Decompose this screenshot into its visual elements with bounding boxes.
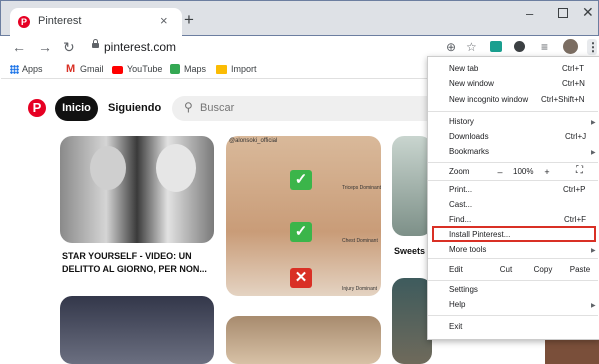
nav-following-link[interactable]: Siguiendo: [108, 102, 161, 114]
submenu-arrow-icon: ▶: [591, 150, 596, 156]
cross-icon: ✕: [290, 268, 312, 288]
menu-divider: [428, 180, 598, 181]
tab-title: Pinterest: [38, 15, 82, 27]
menu-item-new-tab[interactable]: New tab: [449, 64, 478, 73]
pin-caption[interactable]: Sweets: [394, 246, 425, 256]
menu-item-more-tools[interactable]: More tools: [449, 245, 486, 254]
maximize-icon[interactable]: [558, 8, 568, 18]
pin-watermark: @alonsoki_official: [229, 138, 278, 144]
tab-close-icon[interactable]: ×: [160, 13, 168, 28]
pin-image-sweets[interactable]: [392, 136, 432, 236]
menu-item-downloads[interactable]: Downloads: [449, 132, 489, 141]
shortcut-print: Ctrl+P: [563, 185, 586, 194]
menu-item-install-pinterest[interactable]: Install Pinterest...: [449, 230, 510, 239]
search-placeholder: Buscar: [200, 102, 235, 114]
extension-dark-icon[interactable]: [514, 41, 525, 52]
shortcut-find: Ctrl+F: [564, 215, 586, 224]
fullscreen-icon[interactable]: ⛶: [576, 165, 583, 176]
extension-icon[interactable]: [490, 41, 502, 52]
zoom-in-button[interactable]: +: [533, 165, 561, 179]
bookmark-apps[interactable]: Apps: [22, 64, 43, 74]
shortcut-new-tab: Ctrl+T: [562, 64, 584, 73]
profile-avatar[interactable]: [563, 39, 578, 54]
pin-image-anime[interactable]: [60, 296, 214, 364]
menu-item-incognito[interactable]: New incognito window: [449, 95, 528, 104]
menu-item-help[interactable]: Help: [449, 300, 465, 309]
submenu-arrow-icon: ▶: [591, 248, 596, 254]
submenu-arrow-icon: ▶: [591, 120, 596, 126]
forward-icon[interactable]: →: [38, 39, 52, 55]
lock-icon[interactable]: [92, 39, 99, 48]
check-icon: ✓: [290, 222, 312, 242]
menu-item-print[interactable]: Print...: [449, 185, 472, 194]
shortcut-new-window: Ctrl+N: [562, 79, 585, 88]
install-app-icon[interactable]: ⊕: [446, 40, 456, 54]
submenu-arrow-icon: ▶: [591, 303, 596, 309]
gmail-icon: M: [66, 63, 76, 75]
zoom-out-button[interactable]: –: [486, 165, 514, 179]
menu-item-settings[interactable]: Settings: [449, 285, 478, 294]
youtube-icon: [112, 66, 123, 74]
reading-list-icon[interactable]: ≡: [541, 40, 548, 54]
menu-item-exit[interactable]: Exit: [449, 322, 462, 331]
nav-home-button[interactable]: Inicio: [55, 96, 98, 121]
folder-icon: [216, 65, 227, 74]
menu-divider: [428, 162, 598, 163]
paste-button[interactable]: Paste: [564, 263, 596, 277]
pin-image-hair[interactable]: [226, 316, 381, 364]
menu-divider: [428, 315, 598, 316]
bookmark-gmail[interactable]: Gmail: [80, 64, 104, 74]
menu-divider: [428, 280, 598, 281]
pin-label: Injury Dominant: [342, 286, 378, 292]
pinterest-logo-icon[interactable]: P: [28, 99, 46, 117]
bookmark-youtube[interactable]: YouTube: [127, 64, 162, 74]
pin-label: Chest Dominant: [342, 238, 378, 244]
check-icon: ✓: [290, 170, 312, 190]
pin-image-vintage-portraits[interactable]: [60, 136, 214, 243]
menu-item-history[interactable]: History: [449, 117, 474, 126]
reload-icon[interactable]: ↻: [63, 39, 75, 56]
menu-divider: [428, 258, 598, 259]
new-tab-button[interactable]: +: [184, 10, 194, 30]
apps-icon: [10, 65, 19, 74]
shortcut-downloads: Ctrl+J: [565, 132, 587, 141]
tab-pinterest[interactable]: P Pinterest ×: [10, 8, 182, 36]
pin-image-portrait[interactable]: [392, 278, 432, 364]
address-bar[interactable]: pinterest.com: [104, 40, 176, 54]
menu-label-zoom: Zoom: [449, 167, 470, 176]
menu-label-edit: Edit: [449, 265, 463, 274]
zoom-level: 100%: [513, 167, 534, 176]
cut-button[interactable]: Cut: [490, 263, 522, 277]
menu-item-bookmarks[interactable]: Bookmarks: [449, 147, 489, 156]
back-icon[interactable]: ←: [12, 39, 26, 55]
menu-divider: [428, 111, 598, 112]
bookmark-import[interactable]: Import: [231, 64, 257, 74]
pin-label: Triceps Dominant: [342, 185, 381, 191]
pin-caption[interactable]: STAR YOURSELF - VIDEO: UN DELITTO AL GIO…: [62, 250, 212, 276]
shortcut-incognito: Ctrl+Shift+N: [541, 95, 585, 104]
menu-item-new-window[interactable]: New window: [449, 79, 494, 88]
pinterest-favicon-icon: P: [18, 16, 30, 28]
search-icon: ⚲: [184, 100, 193, 114]
menu-item-find[interactable]: Find...: [449, 215, 471, 224]
menu-item-cast[interactable]: Cast...: [449, 200, 472, 209]
chrome-menu-icon[interactable]: ⋮: [587, 39, 599, 55]
minimize-icon[interactable]: –: [526, 6, 533, 21]
bookmark-star-icon[interactable]: ☆: [466, 40, 477, 54]
window-close-icon[interactable]: ✕: [582, 4, 594, 21]
copy-button[interactable]: Copy: [526, 263, 560, 277]
bookmark-maps[interactable]: Maps: [184, 64, 206, 74]
maps-icon: [170, 64, 180, 74]
